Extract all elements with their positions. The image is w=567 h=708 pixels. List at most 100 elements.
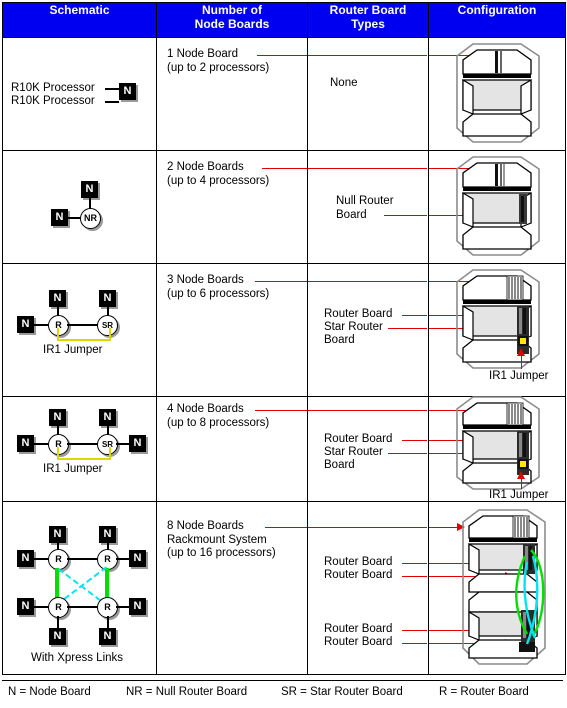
node-boards-row1: 1 Node Board (up to 2 processors)	[157, 38, 307, 150]
column-header-configuration: Configuration	[428, 2, 566, 38]
cell-configuration-row5	[428, 501, 566, 675]
chassis-illustration	[451, 40, 547, 146]
cell-configuration-row2	[428, 150, 566, 264]
router-type-text: Router Board	[324, 569, 393, 581]
router-type-text: Board	[324, 459, 355, 471]
router-type-text: Board	[324, 334, 355, 346]
cell-node-boards-row3: 3 Node Boards (up to 6 processors)	[156, 263, 308, 397]
node-board-box: N	[17, 316, 34, 333]
node-board-box: N	[129, 550, 146, 567]
null-router-node: NR	[80, 208, 101, 229]
node-board-count-text: 1 Node Board (up to 2 processors)	[167, 48, 270, 74]
cell-schematic-row4: N N N R SR N IR1 Jumper	[2, 396, 157, 502]
router-type-text: Null Router Board	[336, 195, 394, 221]
link-wire	[34, 558, 48, 560]
router-types-row3: Router Board Star Router Board	[308, 264, 428, 396]
link-wire	[67, 558, 98, 560]
node-board-count-text: 8 Node Boards Rackmount System (up to 16 p…	[167, 520, 276, 559]
pointer-line	[402, 563, 427, 564]
node-board-count-text: 3 Node Boards (up to 6 processors)	[167, 274, 270, 300]
configuration-row3: IR1 Jumper	[429, 264, 565, 396]
link-wire	[105, 88, 119, 90]
router-types-row2: Null Router Board	[308, 151, 428, 263]
pointer-line	[402, 643, 427, 644]
node-board-box: N	[49, 526, 66, 543]
pointer-line	[384, 215, 427, 216]
legend-divider	[2, 680, 563, 681]
column-header-schematic: Schematic	[2, 2, 157, 38]
link-wire	[116, 558, 130, 560]
node-board-box: N	[129, 598, 146, 615]
node-boards-row5: 8 Node Boards Rackmount System (up to 16 p…	[157, 502, 307, 674]
configuration-row2	[429, 151, 565, 263]
node-board-box: N	[49, 409, 66, 426]
cell-router-types-row1: None	[307, 37, 429, 151]
cell-node-boards-row2: 2 Node Boards (up to 4 processors)	[156, 150, 308, 264]
schematic-row5: N N N R R N N R R N N N With Xpress Link…	[3, 502, 156, 674]
cell-configuration-row4: IR1 Jumper	[428, 396, 566, 502]
chassis-illustration	[451, 266, 547, 376]
cell-configuration-row1	[428, 37, 566, 151]
link-wire	[67, 443, 98, 445]
legend-entry-node-board: N = Node Board	[8, 686, 91, 698]
pointer-line	[262, 168, 307, 169]
pointer-line	[308, 281, 427, 282]
column-header-node-boards: Number of Node Boards	[156, 2, 308, 38]
node-boards-row2: 2 Node Boards (up to 4 processors)	[157, 151, 307, 263]
column-header-router-types: Router Board Types	[307, 2, 429, 38]
legend-entry-null-router-board: NR = Null Router Board	[126, 686, 248, 698]
jumper-caption: IR1 Jumper	[489, 370, 549, 382]
router-types-row1: None	[308, 38, 428, 150]
pointer-line	[402, 440, 427, 441]
router-node: R	[48, 597, 69, 618]
chassis-illustration	[451, 393, 547, 497]
cell-configuration-row3: IR1 Jumper	[428, 263, 566, 397]
cell-node-boards-row1: 1 Node Board (up to 2 processors)	[156, 37, 308, 151]
table-header-row: Schematic Number of Node Boards Router Bo…	[2, 2, 566, 38]
pointer-line	[308, 527, 427, 528]
cell-router-types-row5: Router Board Router Board Router Board R…	[307, 501, 429, 675]
node-board-box: N	[17, 598, 34, 615]
configuration-row4: IR1 Jumper	[429, 396, 565, 501]
jumper-caption: IR1 Jumper	[43, 463, 103, 475]
ir1-jumper-link	[57, 328, 111, 341]
link-wire	[34, 606, 48, 608]
cell-router-types-row2: Null Router Board	[307, 150, 429, 264]
column-header-router-types-label: Router Board Types	[329, 3, 407, 31]
router-types-row5: Router Board Router Board Router Board R…	[308, 502, 428, 674]
schematic-row3: N N N R SR IR1 Jumper	[3, 264, 156, 396]
table-row: R10K Processor R10K Processor N 1 Node B…	[2, 37, 566, 151]
router-type-text: Router Board	[324, 636, 393, 648]
node-boards-row3: 3 Node Boards (up to 6 processors)	[157, 264, 307, 396]
router-type-text: Router Board	[324, 623, 393, 635]
node-board-box: N	[17, 550, 34, 567]
pointer-line	[255, 410, 307, 411]
cell-node-boards-row5: 8 Node Boards Rackmount System (up to 16 p…	[156, 501, 308, 675]
link-wire	[67, 324, 98, 326]
router-types-row4: Router Board Star Router Board	[308, 397, 428, 501]
pointer-line	[265, 527, 307, 528]
cell-schematic-row3: N N N R SR IR1 Jumper	[2, 263, 157, 397]
configuration-matrix-table: Schematic Number of Node Boards Router Bo…	[2, 2, 566, 675]
link-wire	[34, 324, 48, 326]
cell-schematic-row1: R10K Processor R10K Processor N	[2, 37, 157, 151]
jumper-caption: IR1 Jumper	[489, 489, 549, 501]
schematic-row4: N N N R SR N IR1 Jumper	[3, 397, 156, 501]
cell-schematic-row5: N N N R R N N R R N N N With Xpress Link…	[2, 501, 157, 675]
rackmount-illustration	[455, 506, 555, 672]
router-type-text: Router Board	[324, 308, 393, 320]
link-wire	[105, 101, 119, 103]
pointer-line	[308, 55, 427, 56]
node-board-box: N	[49, 290, 66, 307]
pointer-line	[308, 410, 427, 411]
node-board-box: N	[119, 83, 136, 100]
cell-router-types-row4: Router Board Star Router Board	[307, 396, 429, 502]
jumper-caption: IR1 Jumper	[43, 344, 103, 356]
pointer-line	[388, 453, 427, 454]
node-board-box: N	[49, 628, 66, 645]
node-board-box: N	[99, 526, 116, 543]
node-board-box: N	[129, 435, 146, 452]
chassis-illustration	[451, 153, 547, 259]
column-header-schematic-label: Schematic	[49, 3, 110, 17]
column-header-node-boards-label: Number of Node Boards	[194, 3, 270, 31]
